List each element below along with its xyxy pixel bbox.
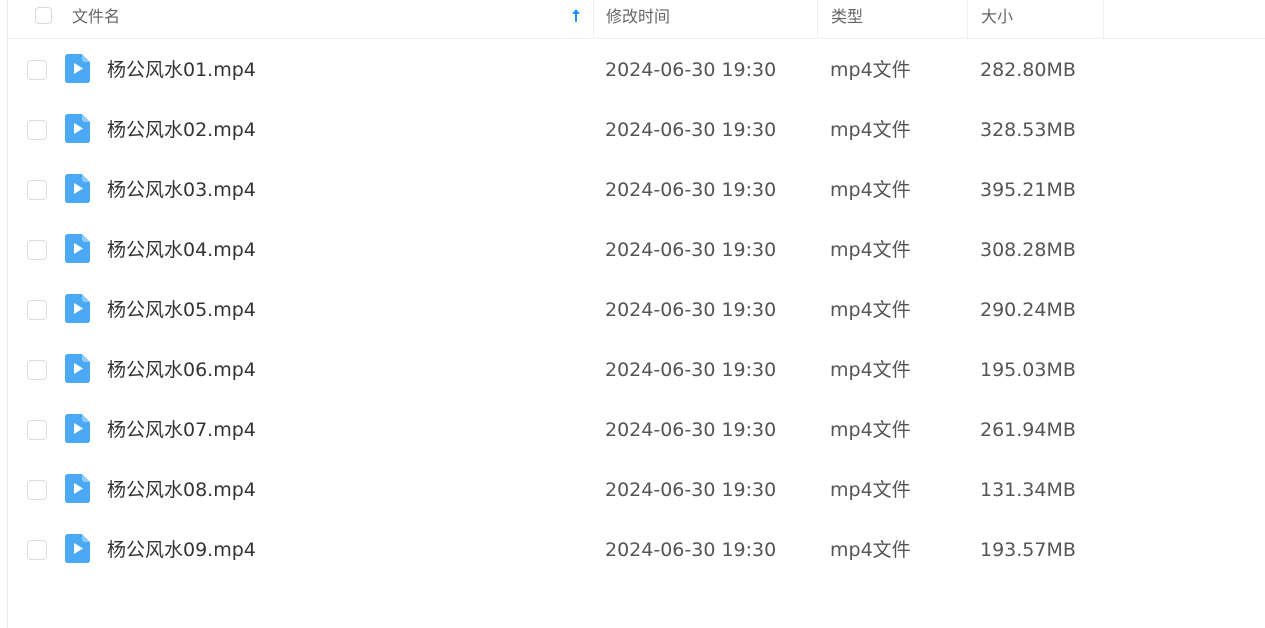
file-size: 328.53MB	[980, 119, 1076, 141]
file-name-link[interactable]: 杨公风水03.mp4	[107, 160, 256, 220]
file-list-header: 文件名 修改时间 类型 大小	[8, 0, 1265, 39]
file-modified-time: 2024-06-30 19:30	[605, 59, 777, 81]
column-header-type[interactable]: 类型	[818, 0, 968, 38]
video-file-icon	[65, 474, 90, 503]
file-modified-time: 2024-06-30 19:30	[605, 359, 777, 381]
row-checkbox[interactable]	[27, 240, 47, 260]
file-size: 195.03MB	[980, 359, 1076, 381]
column-header-type-label: 类型	[831, 7, 864, 26]
arrow-up-icon[interactable]	[571, 8, 581, 24]
file-type: mp4文件	[830, 179, 911, 201]
file-type: mp4文件	[830, 119, 911, 141]
row-checkbox[interactable]	[27, 60, 47, 80]
video-file-icon	[65, 294, 90, 323]
file-modified-time: 2024-06-30 19:30	[605, 539, 777, 561]
file-row[interactable]: 杨公风水07.mp4 2024-06-30 19:30 mp4文件 261.94MB	[8, 400, 1265, 460]
file-size: 308.28MB	[980, 239, 1076, 261]
row-checkbox[interactable]	[27, 120, 47, 140]
file-modified-time: 2024-06-30 19:30	[605, 419, 777, 441]
file-type: mp4文件	[830, 539, 911, 561]
file-name-link[interactable]: 杨公风水07.mp4	[107, 400, 256, 460]
file-row[interactable]: 杨公风水06.mp4 2024-06-30 19:30 mp4文件 195.03MB	[8, 340, 1265, 400]
video-file-icon	[65, 114, 90, 143]
file-name-link[interactable]: 杨公风水06.mp4	[107, 340, 256, 400]
file-type: mp4文件	[830, 239, 911, 261]
video-file-icon	[65, 354, 90, 383]
file-type: mp4文件	[830, 359, 911, 381]
file-row[interactable]: 杨公风水03.mp4 2024-06-30 19:30 mp4文件 395.21MB	[8, 160, 1265, 220]
video-file-icon	[65, 534, 90, 563]
row-checkbox[interactable]	[27, 540, 47, 560]
row-checkbox[interactable]	[27, 180, 47, 200]
file-type: mp4文件	[830, 59, 911, 81]
file-row[interactable]: 杨公风水04.mp4 2024-06-30 19:30 mp4文件 308.28MB	[8, 220, 1265, 280]
file-size: 395.21MB	[980, 179, 1076, 201]
file-modified-time: 2024-06-30 19:30	[605, 119, 777, 141]
file-type: mp4文件	[830, 419, 911, 441]
file-name-link[interactable]: 杨公风水09.mp4	[107, 520, 256, 580]
file-type: mp4文件	[830, 479, 911, 501]
video-file-icon	[65, 54, 90, 83]
file-size: 193.57MB	[980, 539, 1076, 561]
column-header-name[interactable]: 文件名	[8, 0, 594, 38]
file-row[interactable]: 杨公风水02.mp4 2024-06-30 19:30 mp4文件 328.53MB	[8, 100, 1265, 160]
file-modified-time: 2024-06-30 19:30	[605, 239, 777, 261]
file-modified-time: 2024-06-30 19:30	[605, 299, 777, 321]
file-row[interactable]: 杨公风水09.mp4 2024-06-30 19:30 mp4文件 193.57MB	[8, 520, 1265, 580]
row-checkbox[interactable]	[27, 300, 47, 320]
column-header-modified[interactable]: 修改时间	[594, 0, 818, 38]
file-name-link[interactable]: 杨公风水08.mp4	[107, 460, 256, 520]
row-checkbox[interactable]	[27, 360, 47, 380]
video-file-icon	[65, 234, 90, 263]
file-row[interactable]: 杨公风水01.mp4 2024-06-30 19:30 mp4文件 282.80MB	[8, 40, 1265, 100]
column-header-name-label: 文件名	[72, 7, 121, 26]
file-size: 261.94MB	[980, 419, 1076, 441]
row-checkbox[interactable]	[27, 480, 47, 500]
file-name-link[interactable]: 杨公风水04.mp4	[107, 220, 256, 280]
file-list-panel: 文件名 修改时间 类型 大小 杨公风水01.mp4 2024-06-30 19:3…	[7, 0, 1265, 628]
file-modified-time: 2024-06-30 19:30	[605, 479, 777, 501]
file-name-link[interactable]: 杨公风水01.mp4	[107, 40, 256, 100]
video-file-icon	[65, 414, 90, 443]
column-header-size[interactable]: 大小	[968, 0, 1104, 38]
file-name-link[interactable]: 杨公风水02.mp4	[107, 100, 256, 160]
file-size: 131.34MB	[980, 479, 1076, 501]
file-modified-time: 2024-06-30 19:30	[605, 179, 777, 201]
file-size: 282.80MB	[980, 59, 1076, 81]
video-file-icon	[65, 174, 90, 203]
file-type: mp4文件	[830, 299, 911, 321]
column-header-modified-label: 修改时间	[606, 7, 671, 26]
row-checkbox[interactable]	[27, 420, 47, 440]
file-size: 290.24MB	[980, 299, 1076, 321]
file-name-link[interactable]: 杨公风水05.mp4	[107, 280, 256, 340]
file-row[interactable]: 杨公风水05.mp4 2024-06-30 19:30 mp4文件 290.24MB	[8, 280, 1265, 340]
column-header-size-label: 大小	[981, 7, 1014, 26]
file-row[interactable]: 杨公风水08.mp4 2024-06-30 19:30 mp4文件 131.34MB	[8, 460, 1265, 520]
